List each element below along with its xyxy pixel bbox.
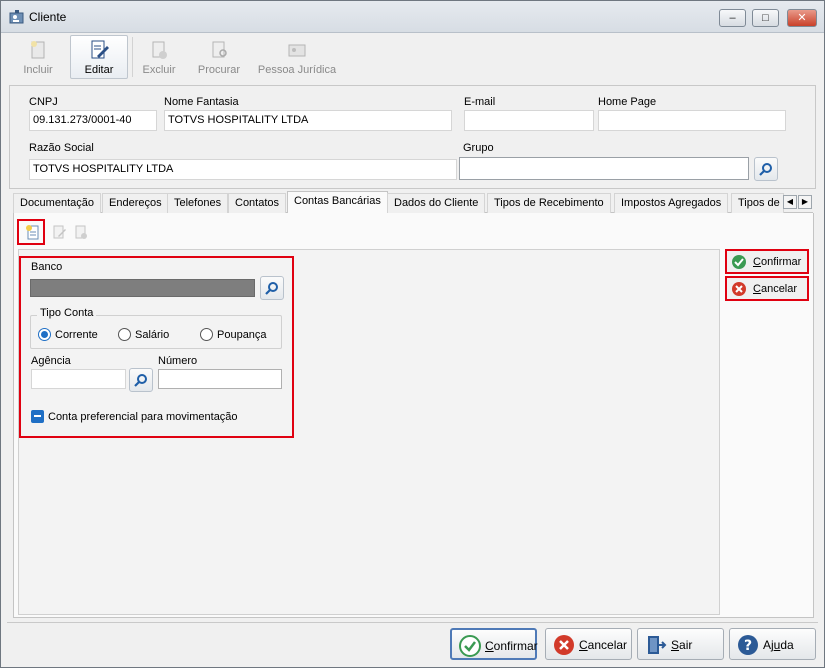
footer-divider	[7, 622, 818, 623]
edit-pencil-icon	[91, 40, 109, 59]
nome-fantasia-field[interactable]: TOTVS HOSPITALITY LTDA	[164, 110, 452, 131]
procurar-label: Procurar	[197, 64, 241, 76]
minimize-button[interactable]: –	[719, 9, 746, 27]
help-question-icon: ?	[738, 635, 758, 655]
confirm-check-icon	[732, 255, 746, 269]
tab-dados-do-cliente[interactable]: Dados do Cliente	[387, 193, 486, 213]
editar-label: Editar	[84, 64, 114, 76]
home-page-label: Home Page	[598, 96, 657, 108]
grupo-search-button[interactable]	[754, 157, 778, 181]
radio-salario[interactable]	[118, 328, 131, 341]
tab-tipos-de-recebimento[interactable]: Tipos de Recebimento	[487, 193, 611, 213]
tab-documentacao[interactable]: Documentação	[13, 193, 101, 213]
cancel-x-icon	[732, 282, 746, 296]
close-button[interactable]: ✕	[787, 9, 817, 27]
home-page-field[interactable]	[598, 110, 786, 131]
razao-social-label: Razão Social	[29, 142, 94, 154]
side-cancelar-label: Cancelar	[753, 283, 798, 295]
cnpj-label: CNPJ	[29, 96, 58, 108]
confirm-check-icon	[459, 635, 481, 657]
id-card-icon	[288, 44, 306, 57]
numero-field[interactable]	[158, 369, 282, 389]
razao-social-field[interactable]: TOTVS HOSPITALITY LTDA	[29, 159, 457, 180]
toolbar-divider	[132, 37, 133, 77]
search-document-icon	[212, 41, 227, 58]
main-toolbar: Incluir Editar Excluir Procurar Pessoa J…	[9, 35, 345, 79]
footer-confirmar-label: Confirmar	[485, 639, 538, 653]
poupanca-label: Poupança	[217, 329, 267, 341]
procurar-button[interactable]: Procurar	[191, 35, 247, 79]
side-confirmar-label: Confirmar	[753, 256, 802, 268]
footer-ajuda-label: Ajuda	[763, 638, 794, 652]
tab-contatos[interactable]: Contatos	[228, 193, 287, 213]
agencia-label: Agência	[31, 355, 71, 367]
banco-label: Banco	[31, 261, 63, 273]
maximize-button[interactable]: □	[752, 9, 779, 27]
client-card-icon	[9, 10, 24, 24]
client-window: Cliente – □ ✕ Incluir Editar Excluir Pro…	[0, 0, 825, 668]
email-label: E-mail	[464, 96, 496, 108]
conta-preferencial-label: Conta preferencial para movimentação	[48, 411, 238, 423]
radio-poupanca[interactable]	[200, 328, 213, 341]
tab-scroll-right-button[interactable]: ▶	[798, 195, 812, 209]
new-document-icon	[31, 41, 45, 59]
footer-cancelar-label: Cancelar	[579, 638, 628, 652]
editar-button[interactable]: Editar	[70, 35, 128, 79]
magnifier-icon	[134, 374, 147, 387]
banco-search-button[interactable]	[260, 276, 284, 300]
tab-contas-bancarias[interactable]: Contas Bancárias	[287, 191, 388, 214]
exit-door-icon	[648, 636, 667, 654]
tipo-conta-label: Tipo Conta	[37, 307, 97, 319]
grupo-field[interactable]	[459, 157, 749, 180]
window-title: Cliente	[29, 10, 67, 24]
tab-impostos-agregados[interactable]: Impostos Agregados	[614, 193, 729, 213]
delete-document-icon	[152, 41, 167, 59]
email-field[interactable]	[464, 110, 594, 131]
corrente-label: Corrente	[55, 329, 98, 341]
new-account-icon[interactable]	[25, 224, 41, 240]
pessoa-juridica-label: Pessoa Jurídica	[257, 64, 337, 76]
excluir-button[interactable]: Excluir	[135, 35, 183, 79]
edit-account-icon[interactable]	[51, 224, 67, 240]
agencia-search-button[interactable]	[129, 368, 153, 392]
tab-strip: Documentação Endereços Telefones Contato…	[13, 191, 813, 214]
radio-corrente[interactable]	[38, 328, 51, 341]
footer-sair-button[interactable]: Sair	[637, 628, 724, 660]
side-cancelar-button[interactable]: Cancelar	[725, 276, 809, 301]
title-bar: Cliente – □ ✕	[1, 1, 824, 33]
magnifier-icon	[759, 163, 772, 176]
numero-label: Número	[158, 355, 198, 367]
cancel-x-icon	[554, 635, 574, 655]
pessoa-juridica-button[interactable]: Pessoa Jurídica	[251, 35, 343, 79]
footer-sair-label: Sair	[671, 638, 693, 652]
tab-telefones[interactable]: Telefones	[167, 193, 229, 213]
excluir-label: Excluir	[142, 64, 176, 76]
tab-tipos-de[interactable]: Tipos de	[731, 193, 784, 213]
cnpj-field[interactable]: 09.131.273/0001-40	[29, 110, 157, 131]
conta-preferencial-checkbox[interactable]	[31, 410, 44, 423]
delete-account-icon[interactable]	[73, 224, 89, 240]
footer-ajuda-button[interactable]: ? Ajuda	[729, 628, 816, 660]
nome-fantasia-label: Nome Fantasia	[164, 96, 239, 108]
magnifier-icon	[265, 282, 278, 295]
side-confirmar-button[interactable]: Confirmar	[725, 249, 809, 274]
footer-confirmar-button[interactable]: Confirmar	[450, 628, 538, 660]
svg-text:?: ?	[744, 638, 752, 654]
salario-label: Salário	[135, 329, 170, 341]
incluir-label: Incluir	[23, 64, 53, 76]
tab-enderecos[interactable]: Endereços	[102, 193, 169, 213]
tab-scroll-left-button[interactable]: ◀	[783, 195, 797, 209]
banco-field[interactable]	[30, 279, 255, 297]
footer-cancelar-button[interactable]: Cancelar	[545, 628, 632, 660]
grupo-label: Grupo	[463, 142, 494, 154]
incluir-button[interactable]: Incluir	[9, 35, 67, 79]
agencia-field[interactable]	[31, 369, 126, 389]
